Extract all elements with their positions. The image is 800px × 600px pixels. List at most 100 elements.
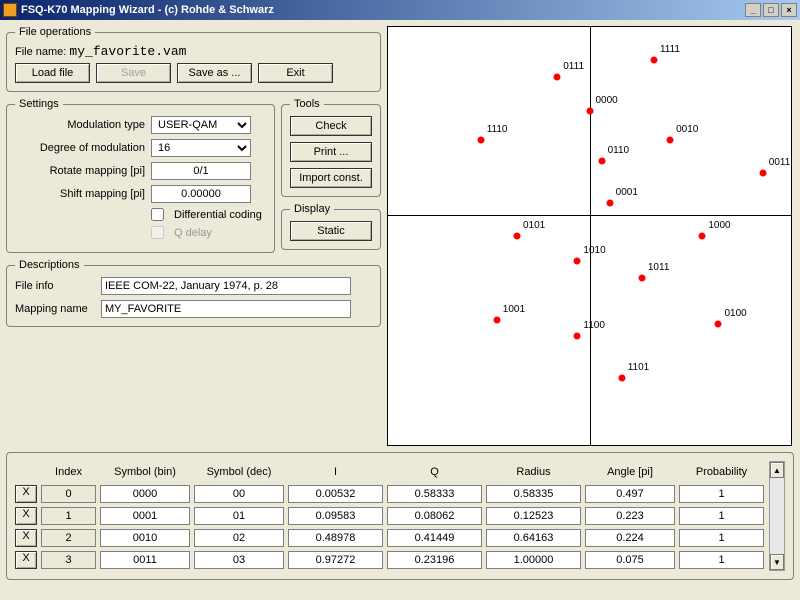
descriptions-group: Descriptions File info Mapping name — [6, 259, 381, 327]
constellation-point-label: 0111 — [563, 61, 584, 72]
cell-symbol-dec[interactable]: 00 — [194, 485, 284, 503]
differential-coding-checkbox[interactable] — [151, 208, 164, 221]
cell-angle[interactable]: 0.223 — [585, 507, 675, 525]
cell-symbol-bin[interactable]: 0011 — [100, 551, 190, 569]
header-radius: Radius — [486, 466, 581, 478]
cell-q[interactable]: 0.23196 — [387, 551, 482, 569]
file-info-input[interactable] — [101, 277, 351, 295]
constellation-point — [606, 199, 613, 206]
table-row: X00000000.005320.583330.583350.4971 — [15, 483, 769, 505]
settings-group: Settings Modulation type USER-QAM Degree… — [6, 98, 275, 253]
cell-symbol-bin[interactable]: 0000 — [100, 485, 190, 503]
header-probability: Probability — [679, 466, 764, 478]
delete-row-button[interactable]: X — [15, 529, 37, 547]
import-const-button[interactable]: Import const. — [290, 168, 372, 188]
tools-legend: Tools — [290, 98, 324, 110]
constellation-point-label: 1110 — [487, 124, 508, 135]
q-delay-checkbox — [151, 226, 164, 239]
constellation-point — [574, 258, 581, 265]
constellation-point-label: 1011 — [648, 262, 670, 273]
cell-probability[interactable]: 1 — [679, 551, 764, 569]
cell-i[interactable]: 0.48978 — [288, 529, 383, 547]
cell-q[interactable]: 0.41449 — [387, 529, 482, 547]
static-button[interactable]: Static — [290, 221, 372, 241]
constellation-point — [618, 375, 625, 382]
cell-symbol-dec[interactable]: 03 — [194, 551, 284, 569]
display-legend: Display — [290, 203, 334, 215]
cell-i[interactable]: 0.00532 — [288, 485, 383, 503]
header-symbol-dec: Symbol (dec) — [194, 466, 284, 478]
cell-radius[interactable]: 0.58335 — [486, 485, 581, 503]
display-group: Display Static — [281, 203, 381, 250]
cell-probability[interactable]: 1 — [679, 507, 764, 525]
delete-row-button[interactable]: X — [15, 485, 37, 503]
table-scrollbar[interactable]: ▲ ▼ — [769, 461, 785, 571]
cell-radius[interactable]: 0.64163 — [486, 529, 581, 547]
exit-button[interactable]: Exit — [258, 63, 333, 83]
cell-angle[interactable]: 0.497 — [585, 485, 675, 503]
check-button[interactable]: Check — [290, 116, 372, 136]
delete-row-button[interactable]: X — [15, 551, 37, 569]
load-file-button[interactable]: Load file — [15, 63, 90, 83]
constellation-point — [715, 320, 722, 327]
save-as-button[interactable]: Save as ... — [177, 63, 252, 83]
scroll-down-icon[interactable]: ▼ — [770, 554, 784, 570]
filename-label: File name: — [15, 46, 66, 58]
header-q: Q — [387, 466, 482, 478]
constellation-point-label: 0010 — [676, 124, 698, 135]
cell-symbol-dec[interactable]: 01 — [194, 507, 284, 525]
cell-radius[interactable]: 0.12523 — [486, 507, 581, 525]
rotate-input[interactable] — [151, 162, 251, 180]
tools-group: Tools Check Print ... Import const. — [281, 98, 381, 197]
cell-q[interactable]: 0.08062 — [387, 507, 482, 525]
cell-radius[interactable]: 1.00000 — [486, 551, 581, 569]
table-header-row: Index Symbol (bin) Symbol (dec) I Q Radi… — [15, 461, 769, 483]
cell-probability[interactable]: 1 — [679, 529, 764, 547]
constellation-chart: 0000000100100011010001010110011110001001… — [387, 26, 792, 446]
constellation-point-label: 1001 — [503, 304, 525, 315]
cell-i[interactable]: 0.09583 — [288, 507, 383, 525]
constellation-point — [598, 157, 605, 164]
cell-index: 3 — [41, 551, 96, 569]
cell-index: 0 — [41, 485, 96, 503]
constellation-point — [699, 233, 706, 240]
cell-symbol-bin[interactable]: 0010 — [100, 529, 190, 547]
degree-select[interactable]: 16 — [151, 139, 251, 157]
cell-symbol-bin[interactable]: 0001 — [100, 507, 190, 525]
scroll-up-icon[interactable]: ▲ — [770, 462, 784, 478]
constellation-point — [574, 333, 581, 340]
chart-axis-vertical — [590, 27, 591, 445]
header-index: Index — [41, 466, 96, 478]
symbol-table-group: Index Symbol (bin) Symbol (dec) I Q Radi… — [6, 452, 794, 580]
cell-symbol-dec[interactable]: 02 — [194, 529, 284, 547]
modulation-type-select[interactable]: USER-QAM — [151, 116, 251, 134]
cell-angle[interactable]: 0.075 — [585, 551, 675, 569]
constellation-point-label: 1000 — [708, 220, 730, 231]
maximize-button[interactable]: □ — [763, 3, 779, 17]
cell-probability[interactable]: 1 — [679, 485, 764, 503]
constellation-point — [759, 170, 766, 177]
constellation-point — [638, 274, 645, 281]
cell-q[interactable]: 0.58333 — [387, 485, 482, 503]
constellation-point-label: 0100 — [724, 308, 746, 319]
cell-angle[interactable]: 0.224 — [585, 529, 675, 547]
cell-i[interactable]: 0.97272 — [288, 551, 383, 569]
descriptions-legend: Descriptions — [15, 259, 84, 271]
modulation-type-label: Modulation type — [15, 119, 145, 131]
constellation-point-label: 0110 — [608, 145, 630, 156]
table-row: X20010020.489780.414490.641630.2241 — [15, 527, 769, 549]
constellation-point — [650, 57, 657, 64]
mapping-name-input[interactable] — [101, 300, 351, 318]
constellation-point — [586, 107, 593, 114]
shift-input[interactable] — [151, 185, 251, 203]
constellation-point — [477, 136, 484, 143]
scroll-track[interactable] — [770, 478, 784, 554]
header-angle: Angle [pi] — [585, 466, 675, 478]
constellation-point-label: 0101 — [523, 220, 545, 231]
print-button[interactable]: Print ... — [290, 142, 372, 162]
file-operations-legend: File operations — [15, 26, 95, 38]
minimize-button[interactable]: _ — [745, 3, 761, 17]
delete-row-button[interactable]: X — [15, 507, 37, 525]
constellation-point — [493, 316, 500, 323]
close-button[interactable]: × — [781, 3, 797, 17]
